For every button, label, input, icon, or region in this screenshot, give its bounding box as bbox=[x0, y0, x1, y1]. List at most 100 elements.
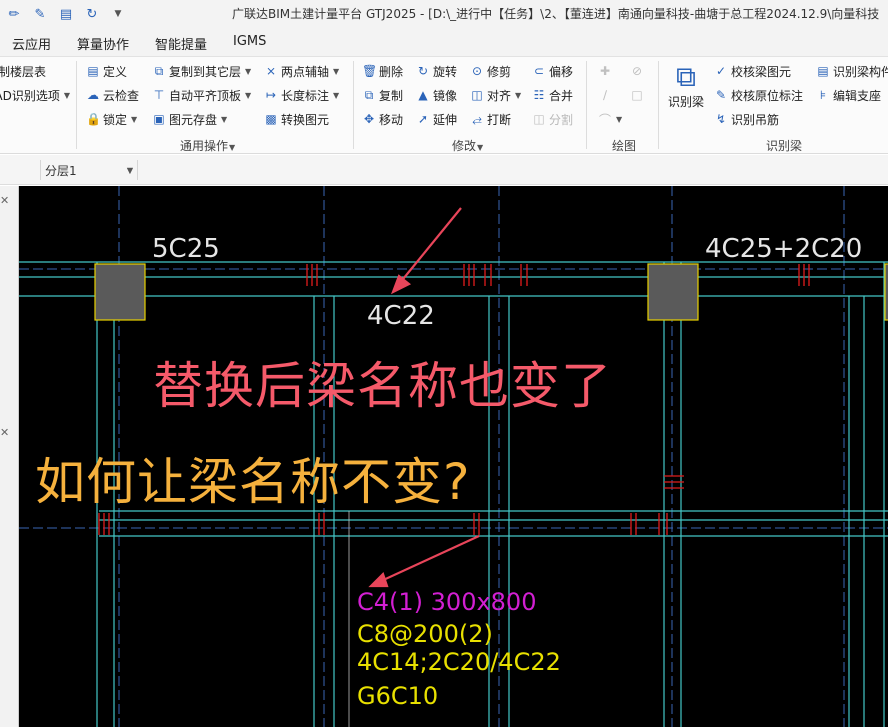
lock-button[interactable]: 🔒 锁定 ▼ bbox=[86, 109, 137, 129]
support-icon: ⊧ bbox=[819, 88, 827, 102]
check-mark-icon: ✎ bbox=[715, 88, 727, 102]
group-label-common-ops[interactable]: 通用操作▼ bbox=[180, 137, 235, 154]
trim-button[interactable]: ⊙ 修剪 bbox=[470, 61, 511, 81]
member-icon: ▤ bbox=[817, 64, 829, 78]
annotation-yellow-text: 如何让梁名称不变? bbox=[35, 453, 471, 511]
circle-icon: ⊘ bbox=[631, 64, 643, 78]
tab-smart-takeoff[interactable]: 智能提量 bbox=[155, 34, 207, 53]
check-original-mark-button[interactable]: ✎ 校核原位标注 bbox=[714, 85, 803, 105]
convert-element-button[interactable]: ▩ 转换图元 bbox=[264, 109, 329, 129]
quick-access-toolbar: ✏ ✎ ▤ ↻ ▼ bbox=[0, 4, 128, 24]
check-beam-elements-button[interactable]: ✓ 校核梁图元 bbox=[714, 61, 791, 81]
two-point-axis-button[interactable]: ⨯ 两点辅轴 ▼ bbox=[264, 61, 339, 81]
cad-canvas[interactable]: 5C25 4C25+2C20 4C22 C4(1) 300x800 C8@200… bbox=[19, 186, 888, 727]
dropdown-icon[interactable]: ▼ bbox=[108, 4, 128, 24]
merge-button[interactable]: ☷ 合并 bbox=[532, 85, 573, 105]
line-icon: ∕ bbox=[602, 88, 608, 102]
edit-support-button[interactable]: ⊧ 编辑支座 bbox=[816, 85, 881, 105]
arrow-head-icon bbox=[368, 571, 389, 588]
close-icon[interactable]: ✕ bbox=[0, 426, 9, 439]
cloud-icon: ☁ bbox=[87, 88, 99, 102]
delete-button[interactable]: 🗑 删除 bbox=[362, 61, 403, 81]
extend-icon: ➚ bbox=[417, 112, 429, 126]
annotation-red-text: 替换后梁名称也变了 bbox=[153, 357, 612, 415]
extend-button[interactable]: ➚ 延伸 bbox=[416, 109, 457, 129]
define-icon: ▤ bbox=[87, 64, 99, 78]
element-save-button[interactable]: ▣ 图元存盘 ▼ bbox=[152, 109, 227, 129]
pen-icon[interactable]: ✏ bbox=[4, 4, 24, 24]
rotate-icon: ↻ bbox=[417, 64, 429, 78]
separator bbox=[353, 61, 354, 149]
trim-icon: ⊙ bbox=[471, 64, 483, 78]
convert-icon: ▩ bbox=[265, 112, 277, 126]
arrow-to-beam-name bbox=[378, 535, 480, 583]
identify-beam-button[interactable]: ⧉ 识别梁 bbox=[664, 59, 708, 110]
axis-icon: ⨯ bbox=[265, 64, 277, 78]
main-rebar-label: 4C14;2C20/4C22 bbox=[357, 648, 561, 676]
check-beam-icon: ✓ bbox=[715, 64, 727, 78]
copy-button[interactable]: ⧉ 复制 bbox=[362, 85, 403, 105]
align-icon: ◫ bbox=[471, 88, 483, 102]
draw-rect-button[interactable]: □ bbox=[630, 85, 644, 105]
mirror-icon: ▲ bbox=[418, 88, 428, 102]
offset-icon: ⊂ bbox=[533, 64, 545, 78]
column bbox=[94, 263, 146, 321]
title-bar: ✏ ✎ ▤ ↻ ▼ 广联达BIM土建计量平台 GTJ2025 - [D:\_进行… bbox=[0, 0, 888, 28]
auto-flush-top-button[interactable]: ⊤ 自动平齐顶板 ▼ bbox=[152, 85, 251, 105]
tab-cloud-app[interactable]: 云应用 bbox=[12, 34, 51, 53]
chevron-down-icon: ▼ bbox=[126, 165, 133, 175]
middle-rebar-label: 4C22 bbox=[367, 301, 435, 331]
top-left-rebar-label: 5C25 bbox=[152, 234, 220, 264]
trash-icon: 🗑 bbox=[362, 64, 378, 78]
split-button[interactable]: ◫ 分割 bbox=[532, 109, 573, 129]
tab-collaboration[interactable]: 算量协作 bbox=[77, 34, 129, 53]
group-label-modify[interactable]: 修改▼ bbox=[452, 137, 483, 154]
side-rebar-label: G6C10 bbox=[357, 682, 438, 710]
top-right-rebar-label: 4C25+2C20 bbox=[705, 234, 862, 264]
rotate-button[interactable]: ↻ 旋转 bbox=[416, 61, 457, 81]
define-button[interactable]: ▤ 定义 bbox=[86, 61, 127, 81]
mirror-button[interactable]: ▲ 镜像 bbox=[416, 85, 457, 105]
hanger-icon: ↯ bbox=[715, 112, 727, 126]
group-label-identify-beam: 识别梁 bbox=[766, 139, 803, 153]
draw-circle-button[interactable]: ⊘ bbox=[630, 61, 644, 81]
tab-igms[interactable]: IGMS bbox=[233, 34, 266, 49]
cloud-check-button[interactable]: ☁ 云检查 bbox=[86, 85, 139, 105]
save-icon: ▣ bbox=[153, 112, 165, 126]
merge-icon: ☷ bbox=[533, 88, 545, 102]
cad-identify-options-button[interactable]: CAD识别选项▼ bbox=[0, 85, 70, 105]
window-title: 广联达BIM土建计量平台 GTJ2025 - [D:\_进行中【任务】\2、【董… bbox=[232, 7, 880, 21]
identify-beam-member-button[interactable]: ▤ 识别梁构件 bbox=[816, 61, 888, 81]
align-button[interactable]: ◫ 对齐 ▼ bbox=[470, 85, 521, 105]
identify-beam-icon: ⧉ bbox=[676, 60, 696, 93]
make-floor-table-button[interactable]: 制楼层表 bbox=[0, 61, 46, 81]
move-icon: ✥ bbox=[363, 112, 375, 126]
flush-icon: ⊤ bbox=[153, 88, 165, 102]
floor-selector-bar: ▼ 分层1 ▼ bbox=[0, 155, 888, 185]
copy-floor-icon: ⧉ bbox=[154, 63, 164, 78]
separator bbox=[586, 61, 587, 149]
separator bbox=[76, 61, 77, 149]
edit-icon[interactable]: ✎ bbox=[30, 4, 50, 24]
layers-icon[interactable]: ▤ bbox=[56, 4, 76, 24]
rectangle-icon: □ bbox=[631, 88, 643, 102]
stirrup-label: C8@200(2) bbox=[357, 620, 493, 648]
sync-icon[interactable]: ↻ bbox=[82, 4, 102, 24]
arc-icon: ⌒ bbox=[598, 112, 611, 127]
move-button[interactable]: ✥ 移动 bbox=[362, 109, 403, 129]
identify-hanger-button[interactable]: ↯ 识别吊筋 bbox=[714, 109, 779, 129]
arrow-to-middle-label bbox=[398, 207, 462, 285]
draw-line-button[interactable]: ∕ bbox=[598, 85, 612, 105]
lock-icon: 🔒 bbox=[86, 112, 101, 126]
break-button[interactable]: ⥄ 打断 bbox=[470, 109, 511, 129]
draw-arc-button[interactable]: ⌒ ▼ bbox=[598, 109, 622, 129]
draw-point-button[interactable]: ✚ bbox=[598, 61, 612, 81]
arrow-head-icon bbox=[390, 274, 412, 295]
left-panel: ✕ ✕ bbox=[0, 186, 19, 727]
length-mark-button[interactable]: ↦ 长度标注 ▼ bbox=[264, 85, 339, 105]
menu-bar: 云应用 算量协作 智能提量 IGMS bbox=[0, 28, 888, 56]
offset-button[interactable]: ⊂ 偏移 bbox=[532, 61, 573, 81]
floor-combo[interactable]: 分层1 ▼ bbox=[40, 160, 138, 180]
copy-to-other-floor-button[interactable]: ⧉ 复制到其它层 ▼ bbox=[152, 61, 251, 81]
close-icon[interactable]: ✕ bbox=[0, 194, 9, 207]
